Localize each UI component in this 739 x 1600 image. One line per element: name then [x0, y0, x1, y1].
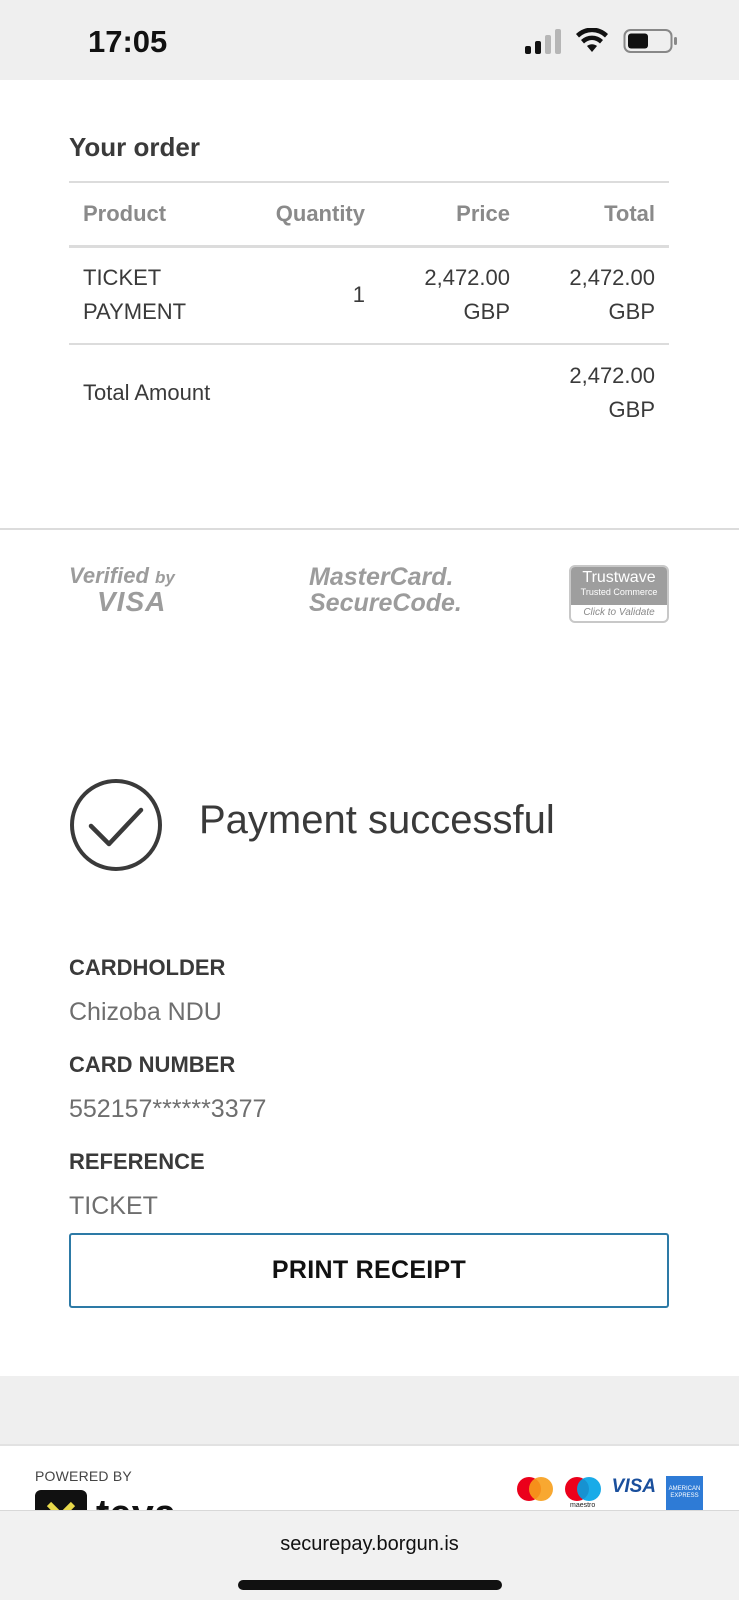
teya-logo-icon [35, 1490, 87, 1510]
column-header-product: Product [69, 181, 249, 248]
amex-logo: AMERICAN EXPRESS [666, 1476, 703, 1510]
table-header-row: Product Quantity Price Total [69, 181, 669, 248]
teya-wordmark: teya [96, 1492, 176, 1510]
column-header-total: Total [524, 181, 669, 248]
trustwave-validate-link[interactable]: Click to Validate [571, 605, 667, 621]
status-time: 17:05 [88, 24, 168, 59]
reference-value: TICKET [69, 1192, 158, 1220]
total-row: Total Amount 2,472.00 GBP [69, 344, 669, 440]
print-receipt-button[interactable]: PRINT RECEIPT [69, 1233, 669, 1308]
trustwave-name: Trustwave [582, 569, 656, 586]
card-number-label: CARD NUMBER [69, 1052, 236, 1077]
order-table: Product Quantity Price Total TICKET PAYM… [69, 181, 669, 440]
footer: POWERED BY teya maestro VISA AMERICAN EX… [0, 1444, 739, 1510]
column-header-price: Price [379, 181, 524, 248]
quantity-cell: 1 [249, 246, 379, 345]
battery-icon [623, 29, 677, 53]
cardholder-value: Chizoba NDU [69, 998, 222, 1026]
price-cell: 2,472.00 GBP [379, 246, 524, 345]
reference-label: REFERENCE [69, 1149, 205, 1174]
visa-logo: VISA [611, 1476, 656, 1497]
status-icons [525, 28, 679, 54]
checkmark-circle-icon [70, 779, 162, 871]
powered-by-label: POWERED BY [35, 1468, 132, 1484]
trustwave-badge[interactable]: Trustwave Trusted Commerce Click to Vali… [569, 565, 669, 623]
cardholder-label: CARDHOLDER [69, 955, 226, 980]
order-section: Your order Product Quantity Price Total … [0, 80, 739, 530]
home-indicator[interactable] [238, 1580, 502, 1590]
payment-logos: maestro VISA AMERICAN EXPRESS [516, 1476, 703, 1510]
wifi-icon [576, 28, 608, 52]
total-cell: 2,472.00 GBP [524, 246, 669, 345]
product-cell: TICKET PAYMENT [69, 246, 249, 345]
signal-icon [525, 28, 561, 54]
maestro-logo: maestro [564, 1476, 602, 1509]
trustwave-sub: Trusted Commerce [580, 587, 658, 597]
total-amount: 2,472.00 GBP [569, 362, 655, 422]
status-bar: 17:05 [0, 0, 739, 80]
url-text[interactable]: securepay.borgun.is [0, 1533, 739, 1556]
browser-address-bar[interactable]: securepay.borgun.is [0, 1510, 739, 1600]
page-spacer [0, 1376, 739, 1444]
card-number-value: 552157******3377 [69, 1095, 267, 1123]
security-badges: Verified by VISA MasterCard. SecureCode.… [69, 560, 669, 630]
verified-by-visa-logo: Verified by VISA [69, 563, 175, 617]
total-label: Total Amount [83, 379, 211, 405]
mastercard-securecode-logo: MasterCard. SecureCode. [309, 563, 462, 617]
order-title: Your order [69, 132, 200, 162]
column-header-quantity: Quantity [249, 181, 379, 248]
payment-status-text: Payment successful [199, 798, 555, 842]
mastercard-logo [516, 1477, 553, 1501]
table-row: TICKET PAYMENT 1 2,472.00 GBP 2,472.00 G… [69, 246, 669, 345]
